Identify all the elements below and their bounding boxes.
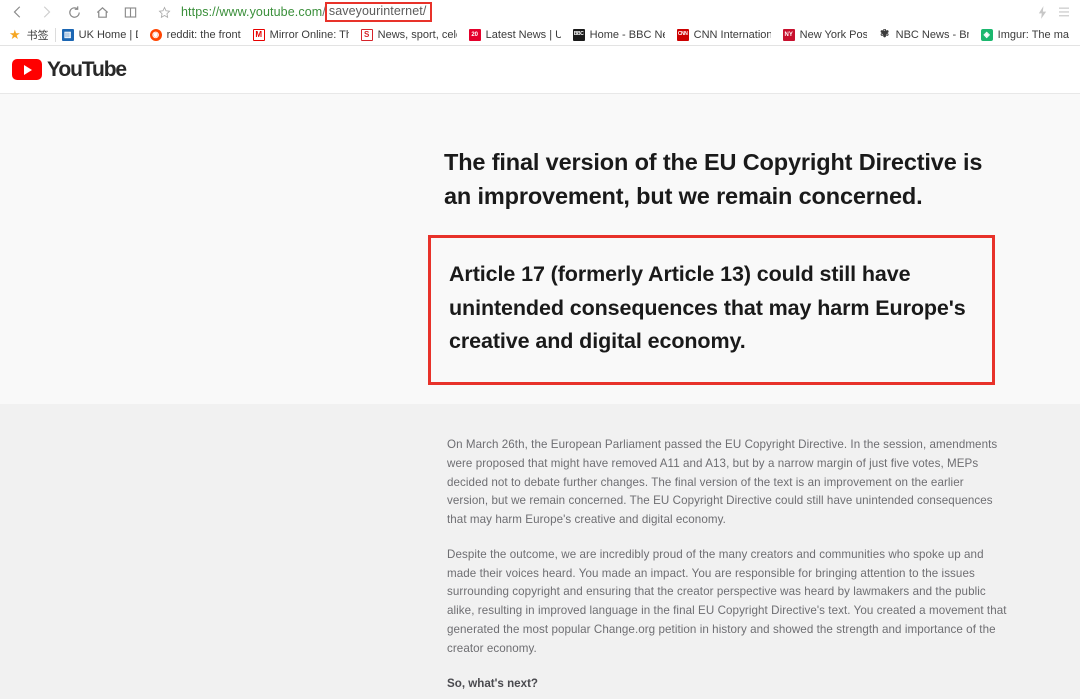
bookmark-label: Latest News | UK: [485, 28, 561, 41]
browser-toolbar: https://www.youtube.com / saveyourinternet…: [0, 0, 1080, 24]
article-paragraph: On March 26th, the European Parliament p…: [447, 438, 998, 527]
reading-list-icon[interactable]: [116, 1, 144, 23]
favicon-icon: NY: [782, 28, 795, 41]
article-paragraph: Despite the outcome, we are incredibly p…: [447, 547, 1007, 655]
youtube-logo[interactable]: YouTube: [12, 57, 127, 82]
bookmark-label: UK Home | Daily: [78, 28, 138, 41]
bookmark-item[interactable]: P: [1075, 26, 1080, 44]
reload-icon[interactable]: [60, 1, 88, 23]
bookmark-label: New York Post: [799, 28, 867, 41]
bookmark-manager[interactable]: ★ 书签: [3, 26, 55, 44]
bookmark-item[interactable]: ◉ reddit: the front: [144, 26, 247, 44]
bookmark-item[interactable]: ▥ UK Home | Daily: [56, 26, 144, 44]
address-bar[interactable]: https://www.youtube.com / saveyourinternet…: [158, 1, 1037, 23]
favicon-icon: S: [360, 28, 373, 41]
favicon-icon: ✾: [880, 28, 890, 40]
hero-section: The final version of the EU Copyright Di…: [0, 94, 1080, 404]
favicon-icon: ▥: [61, 28, 74, 41]
bookmark-label: CNN Internation: [693, 28, 771, 41]
bookmark-label: Imgur: The magi: [997, 28, 1069, 41]
article-subheading: So, what's next?: [447, 676, 539, 690]
bookmark-item[interactable]: S News, sport, cele: [355, 26, 463, 44]
bookmark-label: reddit: the front: [166, 28, 241, 41]
url-text[interactable]: https://www.youtube.com / saveyourinternet…: [181, 2, 433, 22]
page-title: The final version of the EU Copyright Di…: [444, 149, 983, 209]
favicon-icon: BBC: [572, 28, 585, 41]
favicon-icon: M: [252, 28, 265, 41]
favicon-icon: ◈: [980, 28, 993, 41]
article-column: On March 26th, the European Parliament p…: [447, 436, 1008, 699]
url-path-highlight: saveyourinternet/: [324, 2, 433, 22]
menu-icon[interactable]: [1058, 6, 1070, 18]
bookmark-item[interactable]: NY New York Post: [777, 26, 873, 44]
bookmark-star-icon[interactable]: [158, 5, 171, 19]
youtube-play-icon: [12, 59, 42, 80]
bookmark-item[interactable]: CNN CNN Internation: [671, 26, 777, 44]
favicon-icon: ◉: [149, 28, 162, 41]
hero-column: The final version of the EU Copyright Di…: [428, 146, 995, 386]
flash-icon[interactable]: [1037, 5, 1048, 19]
forward-arrow-icon: [32, 1, 60, 23]
bookmark-manager-label: 书签: [26, 29, 49, 42]
bookmark-item[interactable]: M Mirror Online: Th: [247, 26, 355, 44]
bookmark-item[interactable]: 20 Latest News | UK: [463, 26, 567, 44]
bookmark-label: Mirror Online: Th: [269, 28, 349, 41]
bookmark-item[interactable]: ✾ NBC News - Bre: [873, 26, 975, 44]
bookmark-label: NBC News - Bre: [895, 28, 969, 41]
callout-text: Article 17 (formerly Article 13) could s…: [449, 262, 966, 353]
home-icon[interactable]: [88, 1, 116, 23]
callout-box: Article 17 (formerly Article 13) could s…: [428, 235, 995, 386]
bookmark-label: Home - BBC New: [589, 28, 665, 41]
bookmark-item[interactable]: BBC Home - BBC New: [567, 26, 671, 44]
bookmark-item[interactable]: ◈ Imgur: The magi: [975, 26, 1075, 44]
favicon-icon: 20: [468, 28, 481, 41]
url-host: https://www.youtube.com: [181, 5, 323, 19]
youtube-masthead: YouTube: [0, 46, 1080, 94]
bookmark-label: News, sport, cele: [377, 28, 457, 41]
star-icon: ★: [9, 26, 21, 42]
bookmarks-bar: ★ 书签 ▥ UK Home | Daily ◉ reddit: the fro…: [0, 24, 1080, 46]
favicon-icon: CNN: [676, 28, 689, 41]
youtube-wordmark: YouTube: [47, 57, 127, 81]
article-section: On March 26th, the European Parliament p…: [0, 404, 1080, 699]
url-path: saveyourinternet/: [328, 4, 427, 19]
toolbar-right-icons: [1037, 5, 1076, 19]
page-content: The final version of the EU Copyright Di…: [0, 94, 1080, 699]
back-arrow-icon[interactable]: [4, 1, 32, 23]
